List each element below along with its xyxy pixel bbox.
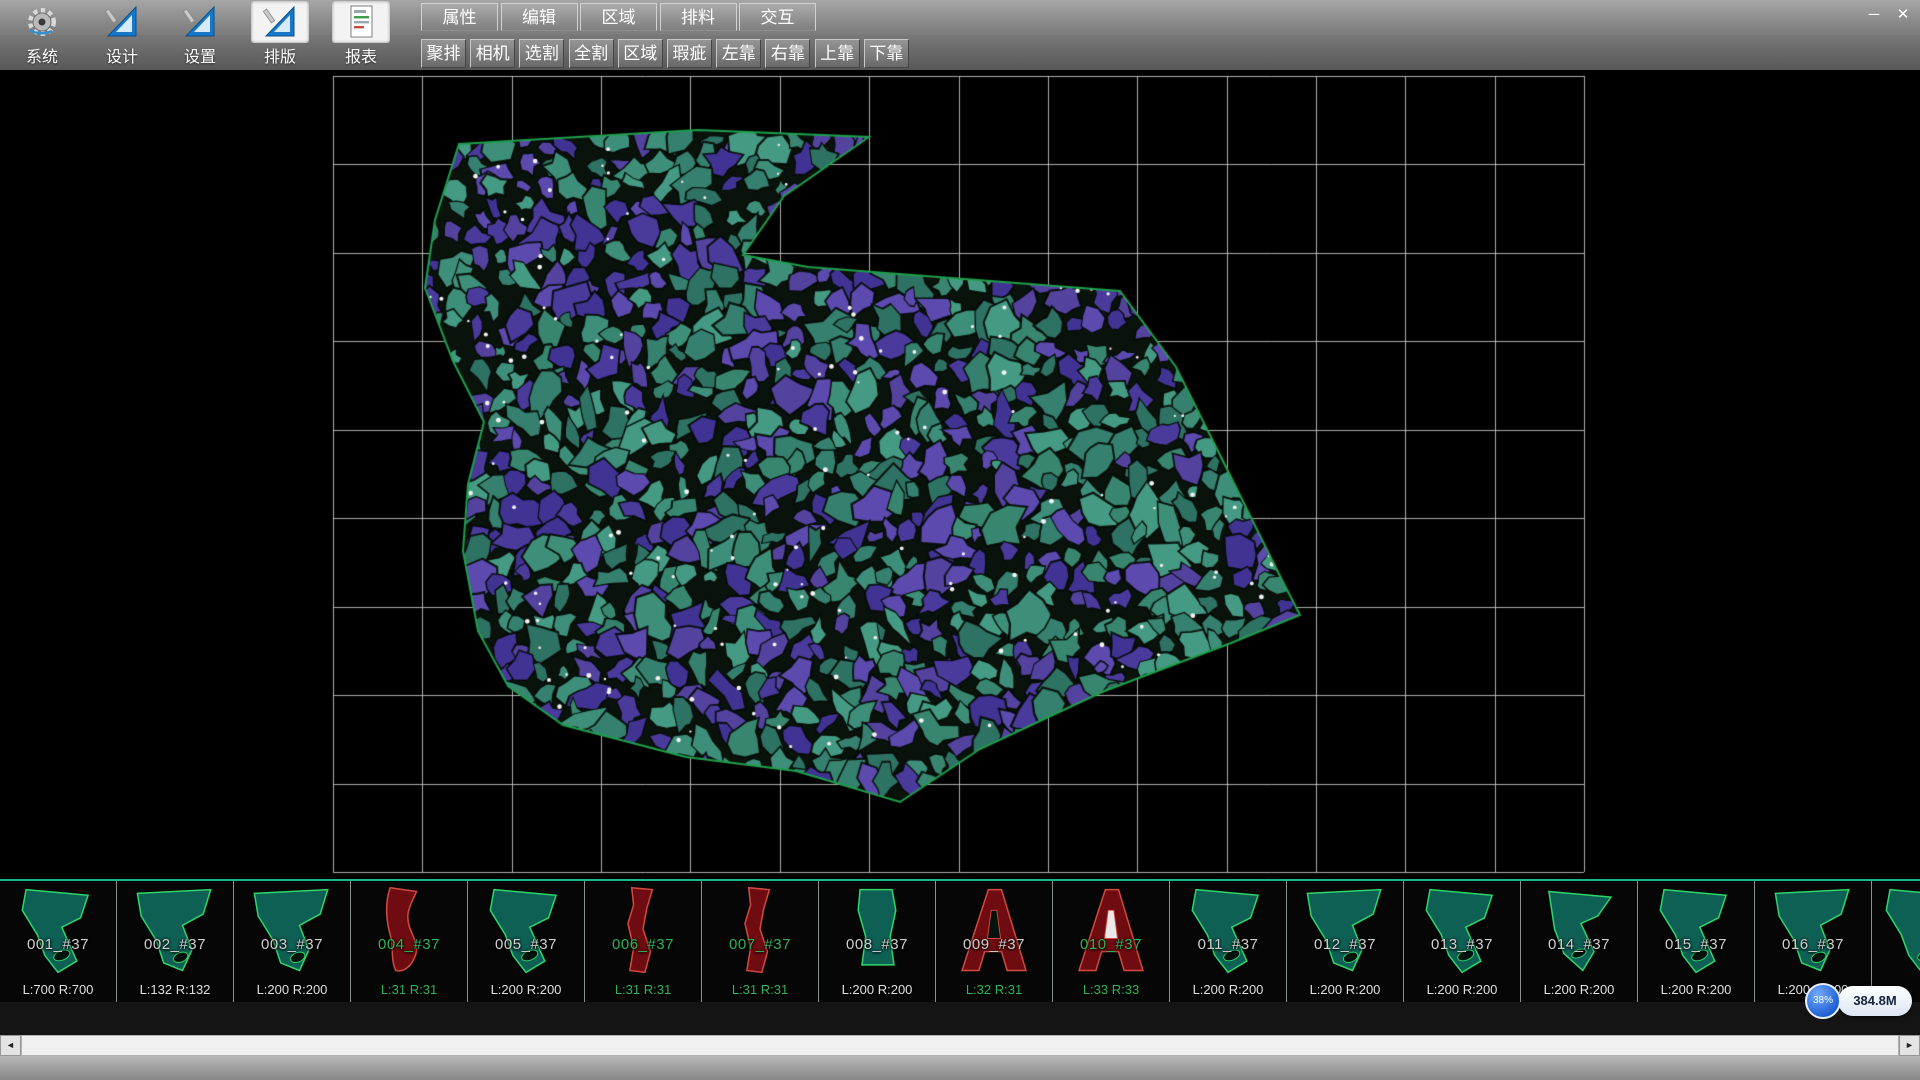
action-button-5[interactable]: 区域 <box>618 39 663 68</box>
part-thumbnail-4[interactable]: 004_#37 L:31 R:31 <box>351 881 468 1002</box>
part-shape <box>476 884 576 978</box>
part-count-label: L:700 R:700 <box>0 982 116 997</box>
action-button-3[interactable]: 选割 <box>519 39 564 68</box>
part-count-label: L:31 R:31 <box>351 982 467 997</box>
part-thumbnail-15[interactable]: 015_#37 L:200 R:200 <box>1638 881 1755 1002</box>
scroll-left-arrow-icon[interactable]: ◄ <box>0 1035 21 1056</box>
strip-lower-gap <box>0 1002 1920 1035</box>
part-thumbnail-16[interactable]: 016_#37L:200 R:200 <box>1755 881 1872 1002</box>
action-button-7[interactable]: 左靠 <box>716 39 761 68</box>
part-thumbnail-9[interactable]: 009_#37 L:32 R:31 <box>936 881 1053 1002</box>
part-shape <box>1646 884 1746 978</box>
part-id-label: 005_#37 <box>468 936 584 953</box>
part-count-label: L:200 R:200 <box>234 982 350 997</box>
action-buttons: 聚排相机选割全割区域瑕疵左靠右靠上靠下靠 <box>0 0 1920 70</box>
window-bottom-frame <box>0 1056 1920 1080</box>
parts-strip: 001_#37L:700 R:700002_#37L:132 R:132003_… <box>0 879 1920 1002</box>
part-id-label: 009_#37 <box>936 936 1052 953</box>
part-shape <box>1061 884 1161 978</box>
scroll-right-arrow-icon[interactable]: ► <box>1899 1035 1920 1056</box>
part-id-label: 006_#37 <box>585 936 701 953</box>
part-id-label: 011_#37 <box>1170 936 1286 953</box>
part-shape <box>359 884 459 978</box>
part-count-label: L:31 R:31 <box>702 982 818 997</box>
part-count-label: L:200 R:200 <box>1521 982 1637 997</box>
part-id-label: 008_#37 <box>819 936 935 953</box>
part-id-label: 007_#37 <box>702 936 818 953</box>
action-button-8[interactable]: 右靠 <box>765 39 810 68</box>
action-button-2[interactable]: 相机 <box>470 39 515 68</box>
part-thumbnail-6[interactable]: 006_#37 L:31 R:31 <box>585 881 702 1002</box>
part-thumbnail-1[interactable]: 001_#37 L:700 R:700 <box>0 881 117 1002</box>
scrollbar-thumb[interactable] <box>21 1035 1899 1056</box>
part-thumbnail-11[interactable]: 011_#37 L:200 R:200 <box>1170 881 1287 1002</box>
part-count-label: L:200 R:200 <box>1404 982 1520 997</box>
part-count-label: L:200 R:200 <box>819 982 935 997</box>
part-id-label: 014_#37 <box>1521 936 1637 953</box>
part-shape <box>1178 884 1278 978</box>
part-shape <box>593 884 693 978</box>
part-count-label: L:32 R:31 <box>936 982 1052 997</box>
part-count-label: L:200 R:200 <box>1170 982 1286 997</box>
part-count-label: L:31 R:31 <box>585 982 701 997</box>
part-id-label: 013_#37 <box>1404 936 1520 953</box>
part-thumbnail-10[interactable]: 010_#37 L:33 R:33 <box>1053 881 1170 1002</box>
action-button-4[interactable]: 全割 <box>569 39 614 68</box>
part-thumbnail-7[interactable]: 007_#37 L:31 R:31 <box>702 881 819 1002</box>
action-button-1[interactable]: 聚排 <box>421 39 466 68</box>
close-button[interactable]: ✕ <box>1891 4 1915 26</box>
minimize-button[interactable]: ─ <box>1862 4 1886 26</box>
part-id-label: 016_#37 <box>1755 936 1871 953</box>
part-shape <box>1872 884 1920 978</box>
part-id-label: 010_#37 <box>1053 936 1169 953</box>
part-thumbnail-5[interactable]: 005_#37 L:200 R:200 <box>468 881 585 1002</box>
part-shape <box>1412 884 1512 978</box>
memory-badge: 384.8M <box>1838 986 1912 1016</box>
part-count-label: L:132 R:132 <box>117 982 233 997</box>
part-thumbnail-8[interactable]: 008_#37 L:200 R:200 <box>819 881 936 1002</box>
part-thumbnail-3[interactable]: 003_#37 L:200 R:200 <box>234 881 351 1002</box>
action-button-9[interactable]: 上靠 <box>815 39 860 68</box>
nesting-canvas[interactable] <box>0 70 1920 879</box>
part-shape <box>1529 884 1629 978</box>
part-shape <box>8 884 108 978</box>
action-button-10[interactable]: 下靠 <box>864 39 909 68</box>
action-button-6[interactable]: 瑕疵 <box>667 39 712 68</box>
part-shape <box>944 884 1044 978</box>
horizontal-scrollbar[interactable]: ◄ ► <box>0 1035 1920 1056</box>
part-thumbnail-17[interactable] <box>1872 881 1920 1002</box>
part-shape <box>125 884 225 978</box>
part-count-label: L:200 R:200 <box>468 982 584 997</box>
part-thumbnail-13[interactable]: 013_#37 L:200 R:200 <box>1404 881 1521 1002</box>
part-thumbnail-14[interactable]: 014_#37 L:200 R:200 <box>1521 881 1638 1002</box>
part-shape <box>1763 884 1863 978</box>
part-count-label: L:200 R:200 <box>1638 982 1754 997</box>
part-shape <box>710 884 810 978</box>
part-count-label: L:33 R:33 <box>1053 982 1169 997</box>
part-count-label: L:200 R:200 <box>1287 982 1403 997</box>
part-id-label: 002_#37 <box>117 936 233 953</box>
part-id-label: 015_#37 <box>1638 936 1754 953</box>
part-thumbnail-12[interactable]: 012_#37 L:200 R:200 <box>1287 881 1404 1002</box>
part-shape <box>242 884 342 978</box>
part-id-label: 003_#37 <box>234 936 350 953</box>
part-shape <box>1295 884 1395 978</box>
part-id-label: 004_#37 <box>351 936 467 953</box>
part-id-label: 001_#37 <box>0 936 116 953</box>
part-thumbnail-2[interactable]: 002_#37 L:132 R:132 <box>117 881 234 1002</box>
progress-badge: 38% <box>1805 983 1841 1019</box>
part-id-label: 012_#37 <box>1287 936 1403 953</box>
part-shape <box>827 884 927 978</box>
